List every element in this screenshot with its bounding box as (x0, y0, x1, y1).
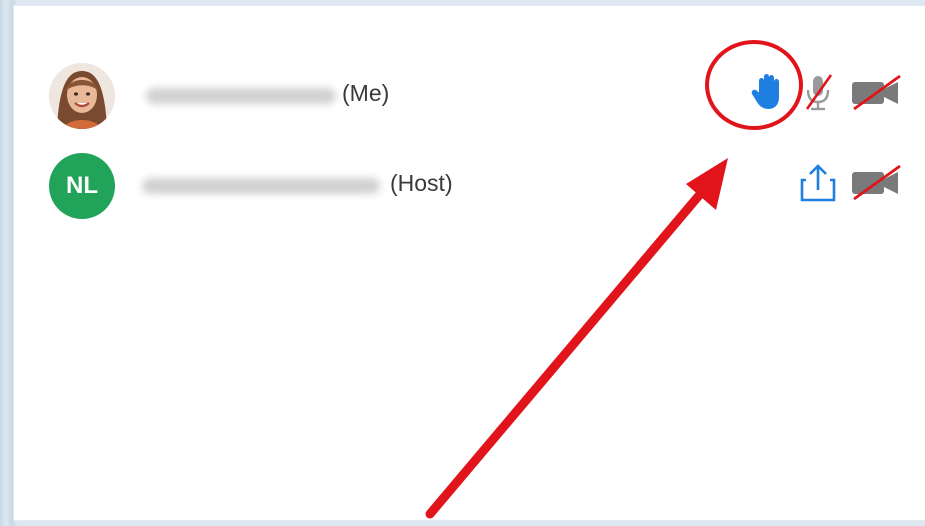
participant-name-blurred (146, 88, 336, 104)
participant-name-blurred (142, 178, 380, 194)
annotation-circle (705, 40, 803, 130)
video-off-icon[interactable] (850, 74, 902, 111)
avatar (49, 63, 115, 129)
video-off-icon[interactable] (850, 164, 902, 201)
avatar-photo-icon (49, 63, 115, 129)
participant-role-label: (Host) (390, 170, 453, 196)
avatar-initials: NL (49, 153, 115, 219)
participant-role-label: (Me) (342, 80, 390, 106)
participant-row-host[interactable]: NL (Host) (14, 148, 925, 222)
mic-muted-icon[interactable] (801, 72, 837, 112)
share-screen-icon[interactable] (798, 162, 838, 204)
